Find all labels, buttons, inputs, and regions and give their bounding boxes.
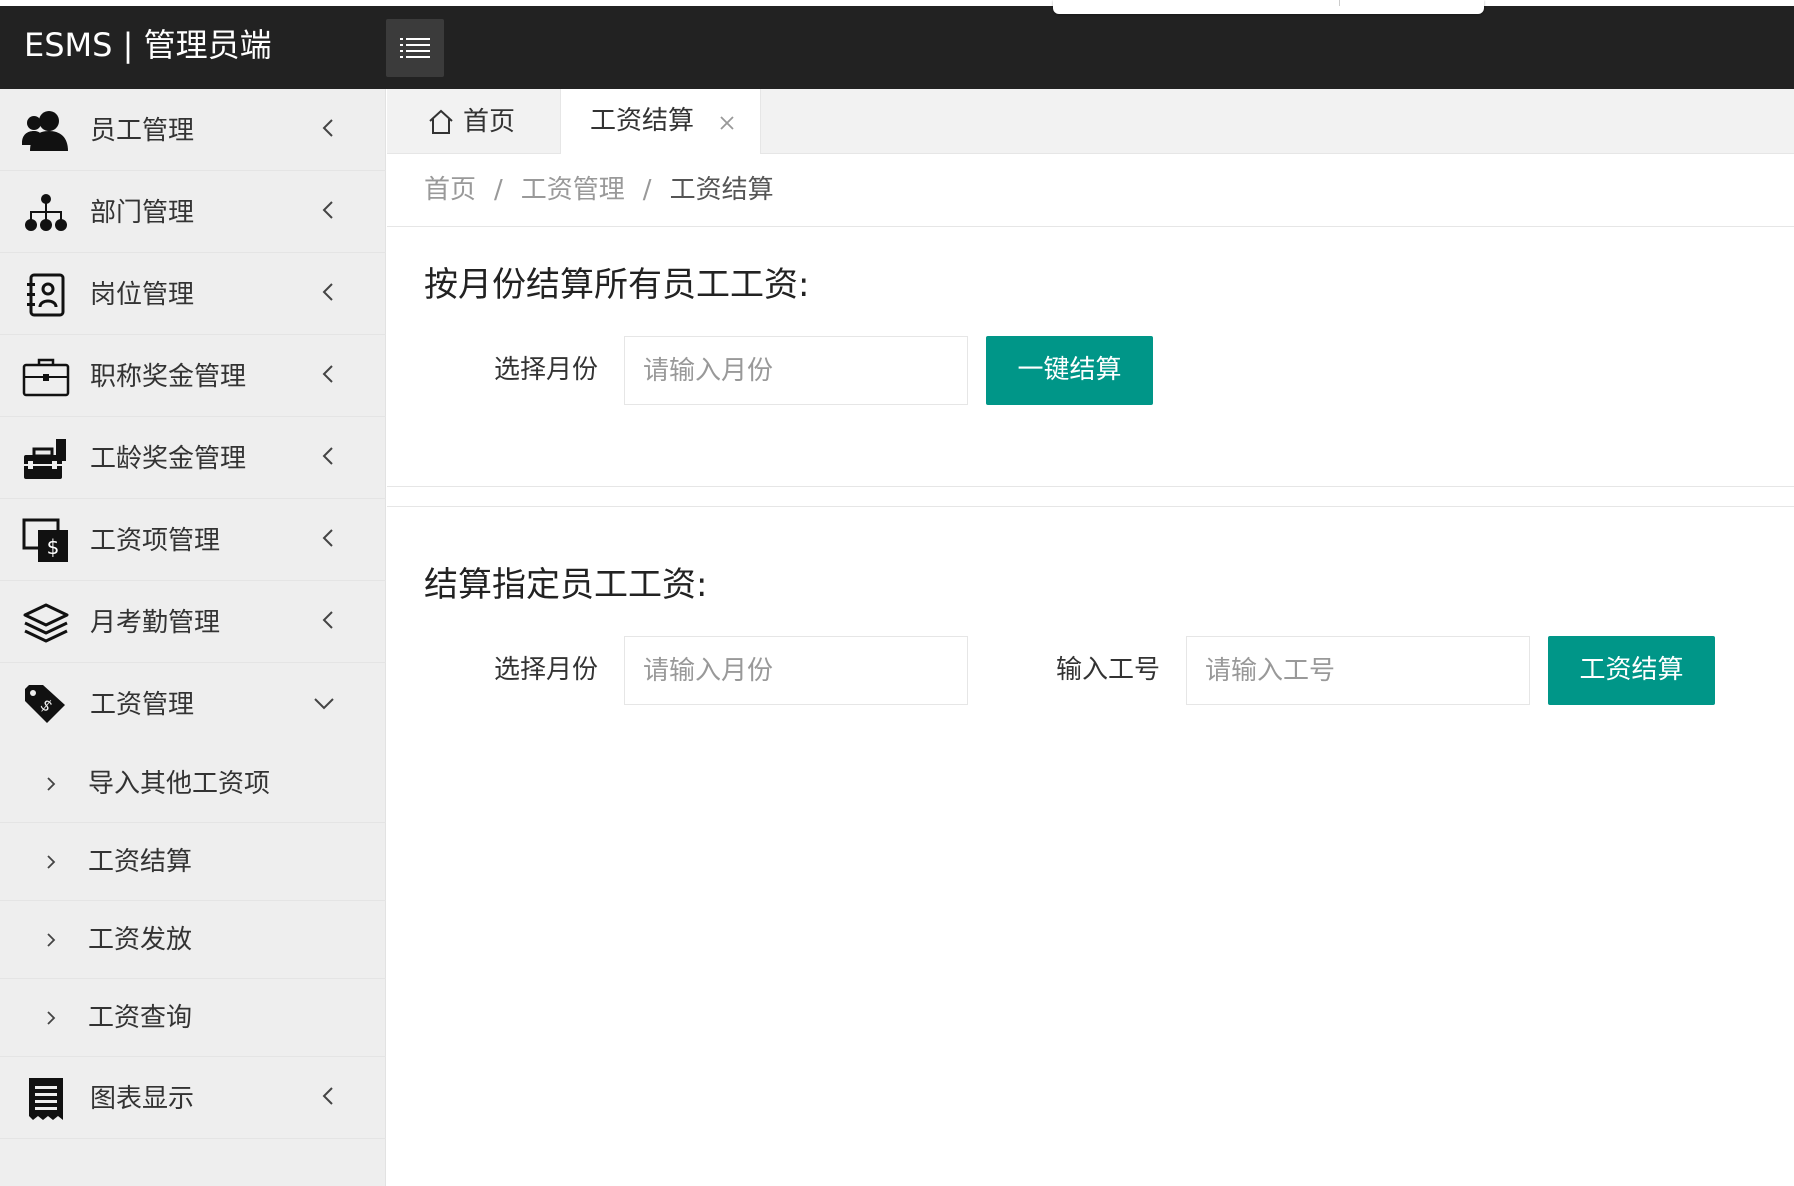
sidebar-item-departments[interactable]: 部门管理 [0, 171, 386, 253]
svg-text:$: $ [47, 535, 60, 559]
divider [387, 486, 1794, 487]
chevron-down-icon [314, 698, 334, 710]
receipt-icon [22, 1076, 70, 1122]
chevron-left-icon [322, 447, 333, 465]
sidebar-subitem-settlement[interactable]: 工资结算 [0, 823, 386, 901]
chevron-left-icon [322, 1087, 333, 1105]
month-label: 选择月份 [494, 355, 599, 385]
chevron-right-icon [47, 777, 56, 791]
sidebar-item-label: 职称奖金管理 [90, 362, 247, 392]
sidebar-item-title-bonus[interactable]: 职称奖金管理 [0, 335, 386, 417]
layers-icon [22, 600, 70, 646]
tab-home[interactable]: 首页 [427, 89, 515, 154]
home-icon [429, 109, 453, 134]
month-label: 选择月份 [494, 655, 599, 685]
contact-book-icon [22, 272, 70, 318]
divider [387, 506, 1794, 507]
breadcrumb-parent[interactable]: 工资管理 [521, 175, 625, 205]
sidebar-subitem-label: 工资发放 [88, 925, 193, 955]
sidebar-item-positions[interactable]: 岗位管理 [0, 253, 386, 335]
sidebar-item-label: 工龄奖金管理 [90, 444, 247, 474]
tab-settlement[interactable]: 工资结算 [560, 89, 761, 154]
section-title-specific: 结算指定员工工资: [424, 565, 708, 605]
section-title-all: 按月份结算所有员工工资: [424, 265, 810, 305]
list-icon [400, 38, 430, 58]
sidebar-subitem-label: 工资查询 [88, 1003, 193, 1033]
sidebar-item-salary[interactable]: $ 工资管理 [0, 663, 386, 745]
sitemap-icon [22, 190, 70, 236]
month-input[interactable] [624, 636, 968, 705]
sidebar-item-label: 工资管理 [90, 690, 195, 720]
breadcrumb-separator: / [494, 175, 503, 205]
divider [387, 226, 1794, 227]
close-icon[interactable] [718, 114, 736, 132]
sidebar-item-label: 部门管理 [90, 198, 195, 228]
settle-all-button[interactable]: 一键结算 [986, 336, 1153, 405]
breadcrumb-current: 工资结算 [669, 175, 774, 205]
price-tag-icon: $ [22, 682, 70, 728]
chevron-right-icon [47, 933, 56, 947]
app-header: ESMS | 管理员端 [0, 6, 1794, 89]
app-title: ESMS | 管理员端 [24, 26, 272, 64]
sidebar-subitem-query[interactable]: 工资查询 [0, 979, 386, 1057]
tab-settlement-label: 工资结算 [590, 106, 695, 136]
chevron-left-icon [322, 201, 333, 219]
sidebar-item-label: 工资项管理 [90, 526, 221, 556]
chevron-right-icon [47, 1011, 56, 1025]
employee-id-label: 输入工号 [1056, 655, 1161, 685]
toolbox-icon [22, 436, 70, 482]
sidebar-item-salary-items[interactable]: $ 工资项管理 [0, 499, 386, 581]
users-icon [22, 108, 70, 154]
month-input[interactable] [624, 336, 968, 405]
sidebar-item-attendance[interactable]: 月考勤管理 [0, 581, 386, 663]
sidebar-item-label: 图表显示 [90, 1084, 195, 1114]
chevron-left-icon [322, 365, 333, 383]
employee-id-input[interactable] [1186, 636, 1530, 705]
breadcrumb: 首页 / 工资管理 / 工资结算 [424, 170, 774, 210]
sidebar-item-employees[interactable]: 员工管理 [0, 89, 386, 171]
sidebar-subitem-payout[interactable]: 工资发放 [0, 901, 386, 979]
chevron-right-icon [47, 855, 56, 869]
settle-employee-button[interactable]: 工资结算 [1548, 636, 1715, 705]
sidebar-item-seniority-bonus[interactable]: 工龄奖金管理 [0, 417, 386, 499]
sidebar-subitem-label: 导入其他工资项 [88, 769, 271, 799]
breadcrumb-home[interactable]: 首页 [424, 175, 476, 205]
top-popup [1053, 0, 1484, 14]
tab-bar: 首页 工资结算 [387, 89, 1794, 154]
chevron-left-icon [322, 611, 333, 629]
briefcase-icon [22, 354, 70, 400]
breadcrumb-separator: / [642, 175, 652, 205]
tab-home-label: 首页 [463, 106, 516, 137]
sidebar-item-charts[interactable]: 图表显示 [0, 1057, 386, 1139]
sidebar-item-label: 月考勤管理 [90, 608, 221, 638]
menu-toggle-button[interactable] [386, 19, 444, 77]
sidebar-subitem-import[interactable]: 导入其他工资项 [0, 745, 386, 823]
sidebar-item-label: 岗位管理 [90, 280, 195, 310]
chevron-left-icon [322, 283, 333, 301]
chevron-left-icon [322, 529, 333, 547]
sidebar-subitem-label: 工资结算 [88, 847, 193, 877]
chevron-left-icon [322, 119, 333, 137]
money-screen-icon: $ [22, 518, 70, 564]
sidebar: 员工管理 部门管理 岗位管理 职称奖金管理 工龄奖金管理 $ 工资项管理 月考勤… [0, 89, 386, 1186]
sidebar-item-label: 员工管理 [90, 116, 195, 146]
